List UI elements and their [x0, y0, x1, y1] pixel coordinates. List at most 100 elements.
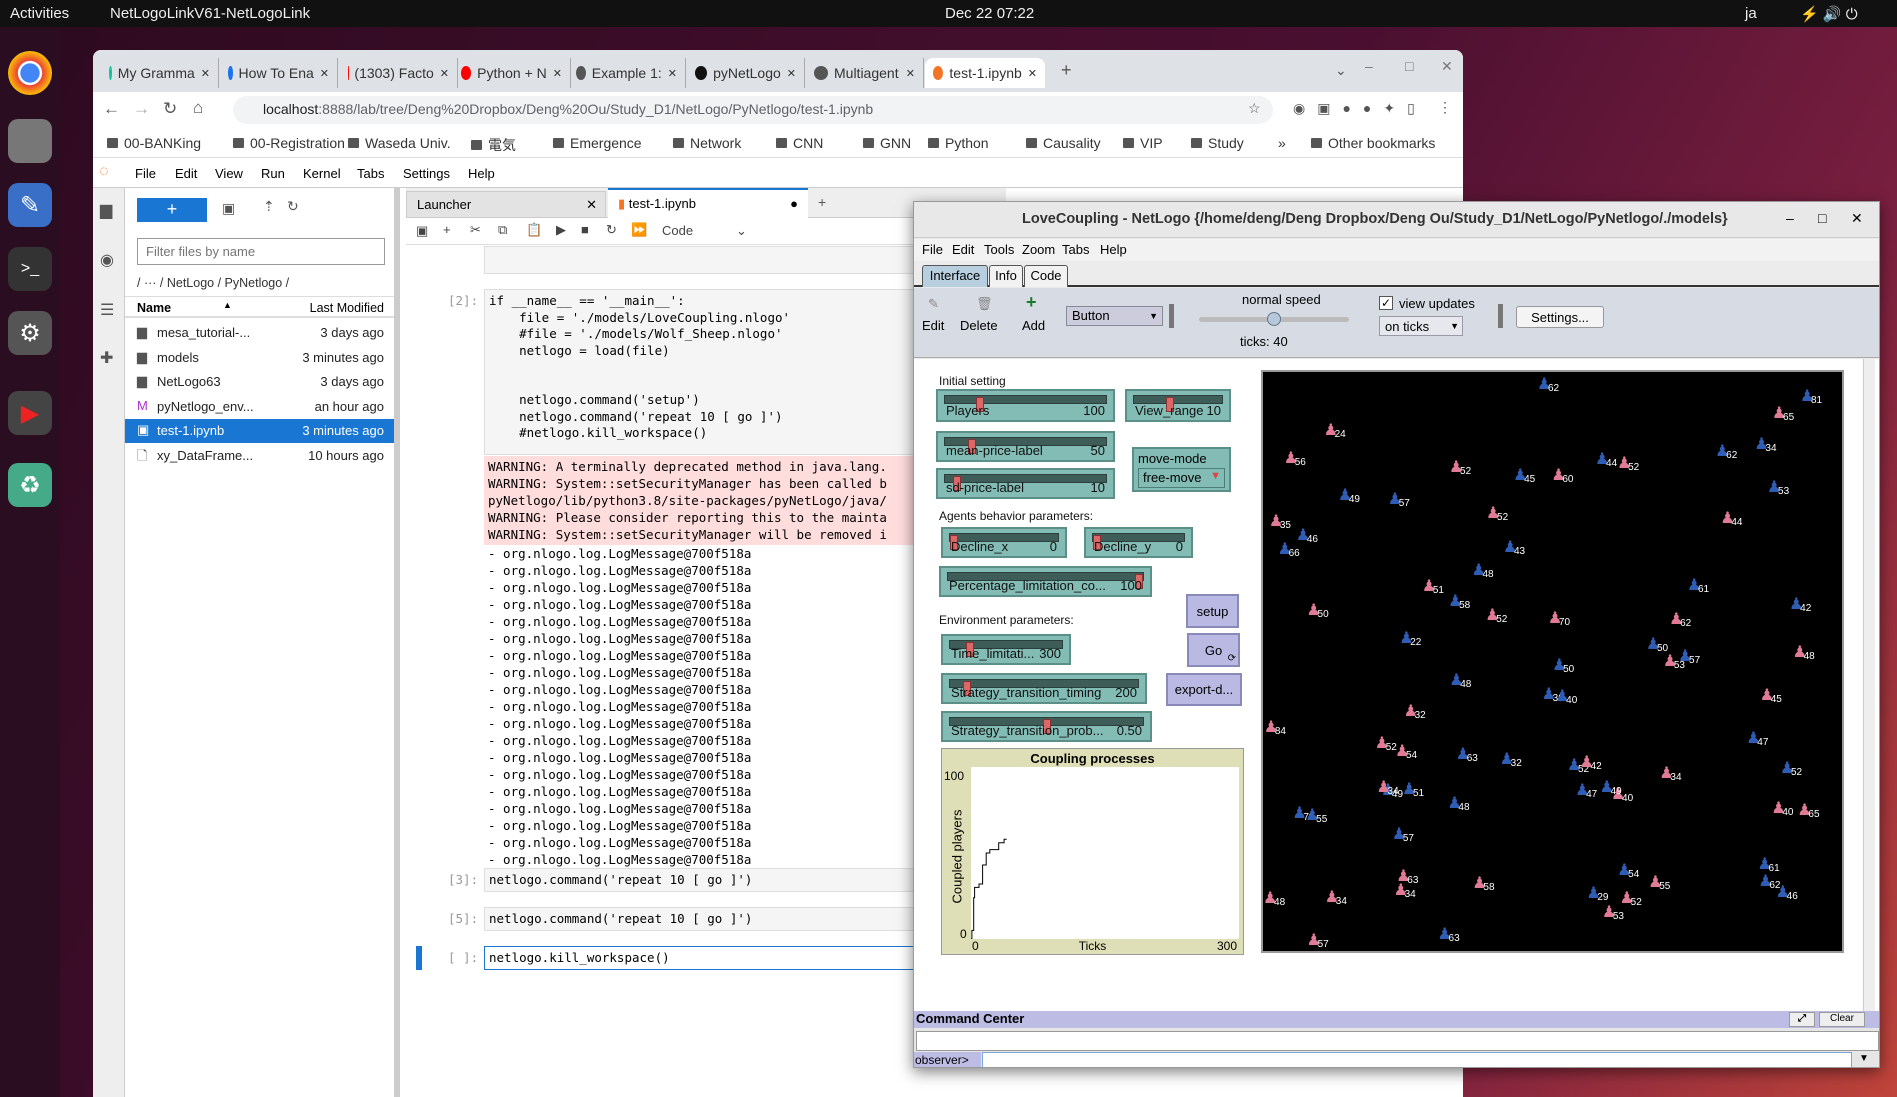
netlogo-app-icon[interactable]: ▶ [8, 391, 52, 435]
chooser-value-box[interactable]: free-move ▼ [1138, 468, 1225, 488]
restart-icon[interactable]: ↻ [606, 222, 617, 238]
stop-icon[interactable]: ■ [581, 222, 589, 237]
bookmark-star-icon[interactable]: ☆ [1248, 100, 1261, 117]
bookmark-item[interactable]: CNN [776, 135, 823, 151]
edit-button[interactable]: Edit [922, 318, 944, 333]
tab-code[interactable]: Code [1024, 265, 1068, 287]
export-button[interactable]: export-d... [1166, 673, 1242, 706]
bookmark-item[interactable]: 00-Registration [233, 135, 345, 151]
menu-help[interactable]: Help [468, 166, 495, 181]
file-row[interactable]: MpyNetlogo_env... an hour ago [125, 395, 394, 419]
sort-asc-icon[interactable]: ▲ [223, 300, 232, 310]
settings-icon[interactable]: ⚙ [8, 311, 52, 355]
delete-button[interactable]: Delete [960, 318, 998, 333]
breadcrumb[interactable]: / ··· / NetLogo / PyNetlogo / [137, 276, 289, 290]
maximize-icon[interactable]: □ [1818, 210, 1826, 226]
new-tab-icon[interactable]: + [1061, 60, 1072, 81]
tab-test-1[interactable]: ▮ test-1.ipynb ● [608, 188, 808, 218]
netlogo-menu-zoom[interactable]: Zoom [1022, 242, 1055, 257]
bookmark-item[interactable]: Network [673, 135, 741, 151]
browser-tab[interactable]: (1303) Facto ✕ [340, 58, 458, 88]
observer-label[interactable]: observer> [914, 1052, 981, 1067]
bookmark-item[interactable]: Study [1191, 135, 1244, 151]
activities-button[interactable]: Activities [10, 5, 69, 22]
history-dropdown-icon[interactable]: ▼ [1859, 1053, 1869, 1064]
bookmarks-overflow-icon[interactable]: » [1278, 135, 1286, 151]
update-mode-dropdown[interactable]: on ticks ▼ [1379, 316, 1463, 336]
file-row[interactable]: ▣ test-1.ipynb 3 minutes ago [125, 419, 394, 443]
file-row[interactable]: 🗋 xy_DataFrame... 10 hours ago [125, 444, 394, 468]
netlogo-menu-file[interactable]: File [922, 242, 943, 257]
menu-run[interactable]: Run [261, 166, 285, 181]
browser-tab[interactable]: Python + N ✕ [453, 58, 571, 88]
name-column-header[interactable]: Name [137, 301, 171, 315]
bookmark-item[interactable]: Waseda Univ. [348, 135, 451, 151]
url-input[interactable]: localhost:8888/lab/tree/Deng%20Dropbox/D… [233, 96, 1273, 124]
back-icon[interactable]: ← [103, 99, 120, 119]
close-icon[interactable]: ✕ [440, 67, 449, 80]
bookmark-item[interactable]: Causality [1026, 135, 1101, 151]
clear-button[interactable]: Clear [1819, 1012, 1865, 1027]
bookmark-item[interactable]: Python [928, 135, 989, 151]
browser-tab[interactable]: pyNetLogo ✕ [687, 58, 805, 88]
close-icon[interactable]: ✕ [320, 67, 329, 80]
close-icon[interactable]: ✕ [668, 67, 677, 80]
bookmark-item[interactable]: Emergence [553, 135, 642, 151]
chooser-move-mode[interactable]: move-mode free-move ▼ [1132, 447, 1231, 492]
vertical-scrollbar[interactable] [1863, 359, 1875, 1011]
view-updates-checkbox[interactable]: ✓ [1379, 296, 1393, 310]
slider-strategy-transition-timing[interactable]: Strategy_transition_timing 200 [941, 673, 1147, 704]
netlogo-menu-tools[interactable]: Tools [984, 242, 1014, 257]
go-button[interactable]: Go ⟳ [1187, 633, 1240, 667]
terminal-icon[interactable]: >_ [8, 247, 52, 291]
restart-run-all-icon[interactable]: ⏩ [631, 222, 647, 238]
text-editor-icon[interactable]: ✎ [8, 183, 52, 227]
close-icon[interactable]: ✕ [787, 67, 796, 80]
slider-view-range[interactable]: View_range 10 [1125, 389, 1231, 422]
slider-sd-price-label[interactable]: sd-price-label 10 [936, 468, 1115, 499]
new-launcher-button[interactable]: + [137, 198, 207, 222]
maximize-icon[interactable]: □ [1405, 58, 1413, 74]
slider-decline-y[interactable]: Decline_y 0 [1084, 527, 1193, 558]
bookmark-item[interactable]: 電気 [471, 135, 516, 155]
cut-icon[interactable]: ✂ [470, 222, 481, 238]
run-icon[interactable]: ▶ [556, 222, 566, 238]
bookmark-item[interactable]: 00-BANKing [107, 135, 201, 151]
browser-tab[interactable]: Example 1: ✕ [568, 58, 686, 88]
close-icon[interactable]: ✕ [906, 67, 915, 80]
cell-type-select[interactable]: Code [662, 223, 693, 238]
refresh-icon[interactable]: ↻ [287, 198, 299, 215]
setup-button[interactable]: setup [1186, 594, 1239, 628]
slider-time-limitati-[interactable]: Time_limitati... 300 [941, 634, 1071, 665]
paste-icon[interactable]: 📋 [526, 222, 542, 238]
bookmark-other[interactable]: Other bookmarks [1311, 135, 1435, 151]
tab-interface[interactable]: Interface [922, 265, 988, 287]
forward-icon[interactable]: → [133, 99, 150, 119]
browser-tab[interactable]: My Gramma ✕ [101, 58, 219, 88]
extensions-icon[interactable]: ✚ [100, 348, 113, 368]
last-modified-column-header[interactable]: Last Modified [310, 301, 384, 315]
menu-file[interactable]: File [135, 166, 156, 181]
close-icon[interactable]: ✕ [1851, 210, 1863, 227]
chrome-icon[interactable] [8, 51, 52, 95]
save-icon[interactable]: ▣ [416, 223, 428, 239]
clock[interactable]: Dec 22 07:22 [945, 5, 1034, 22]
folder-icon[interactable]: ▆ [100, 200, 112, 220]
upload-icon[interactable]: ⇡ [263, 198, 275, 215]
command-output[interactable] [916, 1031, 1879, 1051]
trash-icon[interactable]: ♻ [8, 463, 52, 507]
widget-type-dropdown[interactable]: Button ▼ [1066, 306, 1163, 326]
extension-icons[interactable]: ◉▣●●✦▯ [1293, 100, 1427, 117]
settings-button[interactable]: Settings... [1516, 306, 1604, 328]
bookmark-item[interactable]: VIP [1123, 135, 1163, 151]
speed-slider[interactable] [1199, 312, 1349, 326]
netlogo-menu-edit[interactable]: Edit [952, 242, 974, 257]
close-icon[interactable]: ✕ [586, 197, 597, 213]
minimize-icon[interactable]: – [1786, 210, 1794, 226]
command-input[interactable] [982, 1052, 1852, 1067]
world-view[interactable]: ♟ 48 ♟ 49 ♟ 48 ♟ 52 ♟ 44 ♟ 34 ♟ 50 ♟ 62 ♟ 52 ♟ 29 ♟ 48 ♟ 52 ♟ 43 ♟… [1261, 370, 1844, 953]
close-icon[interactable]: ✕ [1441, 58, 1453, 75]
running-icon[interactable]: ◉ [100, 250, 114, 270]
slider-strategy-transition-prob-[interactable]: Strategy_transition_prob... 0.50 [941, 711, 1152, 742]
bookmark-item[interactable]: GNN [863, 135, 911, 151]
